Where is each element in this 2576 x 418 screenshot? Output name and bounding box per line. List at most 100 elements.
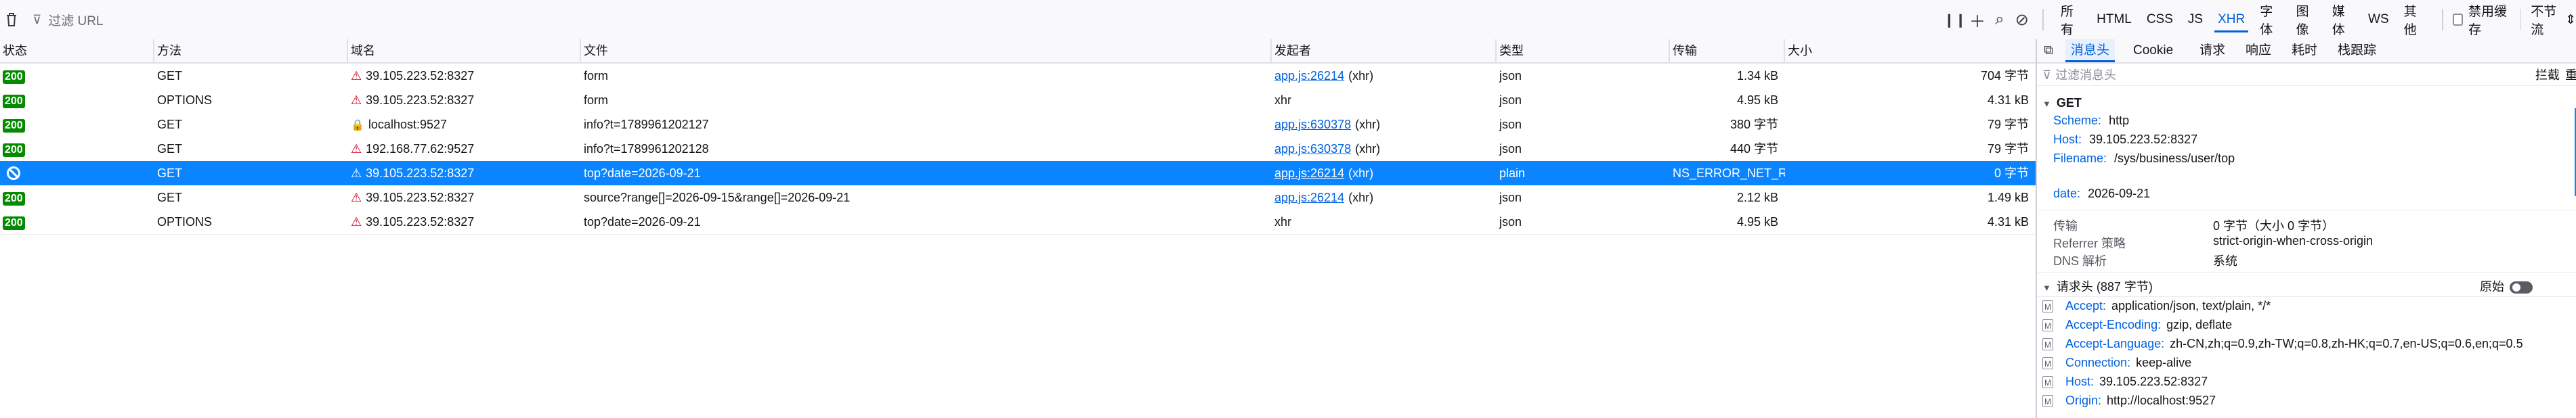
- size-cell: 1.49 kB: [1785, 185, 2036, 210]
- file-cell: form: [581, 64, 1272, 88]
- raw-toggle[interactable]: 原始: [2480, 277, 2533, 295]
- table-row[interactable]: 200 OPTIONS ⚠ 39.105.223.52:8327 form xhr json…: [0, 88, 2036, 113]
- chevron-updown-icon[interactable]: ⇕: [2565, 12, 2576, 28]
- status-cell: 200: [0, 137, 154, 161]
- size-text: 0 字节: [1994, 166, 2029, 180]
- clear-requests-button[interactable]: [0, 0, 23, 39]
- filter-media-button[interactable]: 媒体: [2325, 0, 2361, 39]
- scheme-value: http: [2109, 114, 2130, 127]
- url-filter-placeholder: 过滤 URL: [48, 14, 104, 28]
- table-row[interactable]: 200 OPTIONS ⚠ 39.105.223.52:8327 top?date=20…: [0, 210, 2036, 235]
- initiator-link[interactable]: app.js:630378: [1274, 118, 1351, 131]
- initiator-cell: app.js:26214 (xhr): [1272, 64, 1497, 88]
- table-row[interactable]: 200 GET ⚠ 39.105.223.52:8327 source?range[]=…: [0, 185, 2036, 210]
- header-value: 39.105.223.52:8327: [2099, 375, 2208, 388]
- request-details-panel: ⧉ 消息头 Cookie 请求 响应 耗时 栈跟踪 ⊽过滤消息头 拦截 重 ▼ G…: [2036, 39, 2576, 418]
- edit-header-icon[interactable]: M: [2042, 338, 2053, 351]
- tab-headers[interactable]: 消息头: [2065, 39, 2116, 62]
- disable-cache-checkbox[interactable]: [2452, 14, 2464, 26]
- filter-images-button[interactable]: 图像: [2288, 0, 2324, 39]
- domain-cell: ⚠ 39.105.223.52:8327: [348, 161, 581, 185]
- filter-all-button[interactable]: 所有: [2053, 0, 2089, 39]
- transfer-cell: 2.12 kB: [1670, 185, 1785, 210]
- filter-css-button[interactable]: CSS: [2139, 0, 2181, 39]
- status-badge: 200: [3, 70, 25, 84]
- column-header-transfer[interactable]: 传输: [1670, 39, 1785, 62]
- method-cell: OPTIONS: [154, 88, 348, 112]
- column-header-domain[interactable]: 域名: [348, 39, 581, 62]
- filter-html-button[interactable]: HTML: [2089, 0, 2139, 39]
- edit-header-icon[interactable]: M: [2042, 376, 2053, 389]
- request-headers-toggle[interactable]: ▼ 请求头 (887 字节): [2042, 277, 2153, 295]
- size-cell: 4.31 kB: [1785, 88, 2036, 112]
- domain-cell: 🔒 localhost:9527: [348, 112, 581, 137]
- insecure-connection-icon: ⚠: [351, 166, 362, 180]
- insecure-connection-icon: ⚠: [351, 191, 362, 204]
- transfer-text: 4.95 kB: [1736, 93, 1778, 107]
- size-cell: 79 字节: [1785, 137, 2036, 161]
- initiator-link[interactable]: app.js:26214: [1274, 166, 1344, 180]
- tab-stack-trace[interactable]: 栈跟踪: [2338, 39, 2376, 62]
- pause-icon[interactable]: ❙❙: [1944, 0, 1967, 39]
- column-header-status[interactable]: 状态: [0, 39, 154, 62]
- resend-button[interactable]: 重: [2565, 66, 2576, 84]
- dns-resolution-value: 系统: [2213, 254, 2237, 268]
- method-cell: GET: [154, 64, 348, 88]
- table-row[interactable]: 200 GET ⚠ 39.105.223.52:8327 form app.js:2621…: [0, 64, 2036, 89]
- dock-panel-icon[interactable]: ⧉: [2040, 39, 2057, 62]
- column-header-initiator[interactable]: 发起者: [1272, 39, 1497, 62]
- filename-row: Filename: /sys/business/user/top: [2053, 152, 2235, 166]
- filter-xhr-button[interactable]: XHR: [2210, 0, 2252, 39]
- header-key: Origin:: [2065, 394, 2102, 407]
- tab-cookie[interactable]: Cookie: [2133, 39, 2173, 62]
- domain-text: 39.105.223.52:8327: [366, 166, 475, 180]
- column-header-size[interactable]: 大小: [1785, 39, 2036, 62]
- filename-key: Filename:: [2053, 152, 2107, 165]
- divider: [2037, 85, 2576, 86]
- tab-response[interactable]: 响应: [2246, 39, 2271, 62]
- scheme-key: Scheme:: [2053, 114, 2102, 127]
- table-row[interactable]: 200 GET ⚠ 192.168.77.62:9527 info?t=17899612…: [0, 137, 2036, 162]
- edit-header-icon[interactable]: M: [2042, 300, 2053, 313]
- column-header-file[interactable]: 文件: [581, 39, 1272, 62]
- general-section-toggle[interactable]: ▼ GET: [2042, 96, 2082, 110]
- filter-js-button[interactable]: JS: [2181, 0, 2210, 39]
- request-method: GET: [2056, 96, 2082, 110]
- domain-cell: ⚠ 39.105.223.52:8327: [348, 88, 581, 112]
- url-filter-field[interactable]: ⊽ 过滤 URL: [33, 0, 1929, 39]
- request-table: 状态 方法 域名 文件 发起者 类型 传输 大小 200 GET ⚠ 39.105.2…: [0, 39, 2036, 418]
- tab-timings[interactable]: 耗时: [2292, 39, 2317, 62]
- method-cell: GET: [154, 137, 348, 161]
- filter-other-button[interactable]: 其他: [2397, 0, 2432, 39]
- search-icon[interactable]: ⌕: [1988, 0, 2011, 39]
- column-header-type[interactable]: 类型: [1497, 39, 1670, 62]
- domain-text: 39.105.223.52:8327: [366, 93, 475, 107]
- referrer-policy-label: Referrer 策略: [2053, 237, 2126, 250]
- toolbar-divider: [2441, 9, 2443, 30]
- method-text: OPTIONS: [157, 93, 213, 107]
- block-icon[interactable]: ⊘: [2011, 0, 2033, 39]
- filter-fonts-button[interactable]: 字体: [2252, 0, 2288, 39]
- block-button[interactable]: 拦截: [2535, 66, 2560, 84]
- throttle-select[interactable]: 不节流: [2531, 1, 2562, 38]
- transfer-value: 0 字节（大小 0 字节）: [2213, 219, 2335, 233]
- transfer-cell: 1.34 kB: [1670, 64, 1785, 88]
- edit-header-icon[interactable]: M: [2042, 319, 2053, 332]
- edit-header-icon[interactable]: M: [2042, 357, 2053, 370]
- type-cell: json: [1497, 137, 1670, 161]
- edit-header-icon[interactable]: M: [2042, 395, 2053, 408]
- headers-filter-field[interactable]: ⊽ 过滤消息头: [2042, 66, 2449, 84]
- tab-request[interactable]: 请求: [2199, 39, 2225, 62]
- table-row[interactable]: GET ⚠ 39.105.223.52:8327 top?date=2026-09-2…: [0, 161, 2036, 186]
- query-date-row: date: 2026-09-21: [2053, 187, 2150, 201]
- initiator-link[interactable]: app.js:26214: [1274, 69, 1344, 83]
- initiator-link[interactable]: app.js:630378: [1274, 142, 1351, 156]
- initiator-link[interactable]: app.js:26214: [1274, 191, 1344, 204]
- table-row[interactable]: 200 GET 🔒 localhost:9527 info?t=178996120212…: [0, 112, 2036, 137]
- domain-cell: ⚠ 39.105.223.52:8327: [348, 185, 581, 210]
- filter-icon: ⊽: [33, 12, 42, 26]
- status-cell: 200: [0, 64, 154, 88]
- column-header-method[interactable]: 方法: [154, 39, 348, 62]
- filter-ws-button[interactable]: WS: [2361, 0, 2397, 39]
- add-icon[interactable]: ＋: [1967, 0, 1989, 39]
